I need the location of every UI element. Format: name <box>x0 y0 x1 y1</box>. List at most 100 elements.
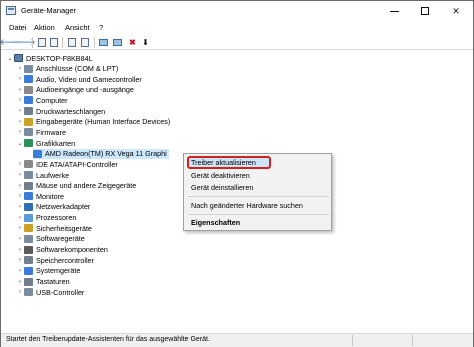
chevron-right-icon[interactable]: › <box>16 236 24 242</box>
ctx-separator <box>188 214 329 215</box>
chevron-right-icon[interactable]: › <box>16 204 24 210</box>
chevron-right-icon[interactable]: › <box>16 268 24 274</box>
maximize-button[interactable] <box>410 1 440 21</box>
category-item[interactable]: › Softwaregeräte <box>16 234 85 244</box>
help-button[interactable] <box>66 37 77 48</box>
chevron-right-icon[interactable]: › <box>16 108 24 114</box>
category-item[interactable]: › Laufwerke <box>16 170 69 180</box>
chevron-right-icon[interactable]: › <box>16 215 24 221</box>
category-item[interactable]: › Sicherheitsgeräte <box>16 223 92 233</box>
ctx-disable-device[interactable]: Gerät deaktivieren <box>191 171 250 180</box>
category-item[interactable]: › Monitore <box>16 191 64 201</box>
category-item[interactable]: › Anschlüsse (COM & LPT) <box>16 64 118 74</box>
ctx-update-driver[interactable]: Treiber aktualisieren <box>191 158 256 167</box>
update-driver-button[interactable] <box>112 37 123 48</box>
chevron-down-icon[interactable]: ⌄ <box>16 140 24 147</box>
device-category-icon <box>24 117 33 126</box>
toolbar-separator <box>32 37 33 48</box>
category-item[interactable]: › Eingabegeräte (Human Interface Devices) <box>16 117 170 127</box>
monitor-icon <box>99 39 108 46</box>
category-item[interactable]: › USB-Controller <box>16 287 84 297</box>
category-item[interactable]: › Netzwerkadapter <box>16 202 90 212</box>
properties-view-button[interactable] <box>36 37 47 48</box>
menu-datei[interactable]: Datei <box>9 23 27 32</box>
category-item[interactable]: › Computer <box>16 95 68 105</box>
category-item[interactable]: › Softwarekomponenten <box>16 245 108 255</box>
chevron-right-icon[interactable]: › <box>16 161 24 167</box>
category-item[interactable]: › Speichercontroller <box>16 255 94 265</box>
device-category-icon <box>24 256 33 265</box>
device-category-icon <box>24 213 33 222</box>
chevron-right-icon[interactable]: › <box>16 247 24 253</box>
list-icon <box>49 38 58 47</box>
chevron-right-icon[interactable]: › <box>16 66 24 72</box>
category-item[interactable]: › Systemgeräte <box>16 266 80 276</box>
ctx-properties[interactable]: Eigenschaften <box>191 218 240 227</box>
tree-item-label: Netzwerkadapter <box>36 202 91 212</box>
toolbar-separator <box>62 37 63 48</box>
status-divider <box>412 335 413 346</box>
chevron-right-icon[interactable]: › <box>16 129 24 135</box>
chevron-right-icon[interactable]: › <box>16 279 24 285</box>
tree-root-label: DESKTOP-F8KB84L <box>26 53 93 63</box>
ctx-uninstall-device[interactable]: Gerät deinstallieren <box>191 183 253 192</box>
close-icon: ✕ <box>452 5 460 16</box>
status-divider <box>352 335 353 346</box>
close-button[interactable]: ✕ <box>441 1 471 21</box>
category-item[interactable]: › Prozessoren <box>16 213 76 223</box>
document-icon <box>37 38 46 47</box>
category-item[interactable]: › IDE ATA/ATAPI-Controller <box>16 159 118 169</box>
device-item[interactable]: AMD Radeon(TM) RX Vega 11 Graphi <box>33 148 169 159</box>
device-category-icon <box>24 75 33 84</box>
tree-root[interactable]: ⌄ DESKTOP-F8KB84L <box>6 53 93 63</box>
chevron-right-icon[interactable]: › <box>16 257 24 263</box>
device-category-icon <box>24 85 33 94</box>
chevron-right-icon[interactable]: › <box>16 172 24 178</box>
category-item[interactable]: › Tastaturen <box>16 277 70 287</box>
maximize-icon <box>421 7 429 15</box>
chevron-right-icon[interactable]: › <box>16 193 24 199</box>
category-item[interactable]: ⌄ Grafikkarten <box>16 138 75 148</box>
tree-item-label: AMD Radeon(TM) RX Vega 11 Graphi <box>45 149 167 159</box>
chevron-right-icon[interactable]: › <box>16 225 24 231</box>
menu-ansicht[interactable]: Ansicht <box>65 23 90 32</box>
scan-hardware-button[interactable] <box>98 37 109 48</box>
uninstall-icon[interactable]: ✖ <box>127 37 138 48</box>
title-bar[interactable]: Geräte-Manager ✕ <box>1 1 473 21</box>
chevron-right-icon[interactable]: › <box>16 289 24 295</box>
tree-item-label: IDE ATA/ATAPI-Controller <box>36 159 118 169</box>
resources-button[interactable] <box>79 37 90 48</box>
device-category-icon <box>24 245 33 254</box>
help-icon <box>67 38 76 47</box>
ctx-scan-hardware[interactable]: Nach geänderter Hardware suchen <box>191 201 303 210</box>
list-view-button[interactable] <box>48 37 59 48</box>
chevron-right-icon[interactable]: › <box>16 183 24 189</box>
chevron-right-icon[interactable]: › <box>16 87 24 93</box>
tree-item-label: Monitore <box>36 191 64 201</box>
chevron-down-icon[interactable]: ⌄ <box>6 55 14 62</box>
tree-item-label: Mäuse und andere Zeigegeräte <box>36 181 137 191</box>
tree-item-label: Computer <box>36 95 68 105</box>
minimize-icon <box>389 10 399 12</box>
forward-arrow-icon[interactable]: 🡒 <box>11 37 35 48</box>
chevron-right-icon[interactable]: › <box>16 119 24 125</box>
category-item[interactable]: › Firmware <box>16 127 66 137</box>
tree-item-label: Tastaturen <box>36 277 70 286</box>
tree-item-label: Softwaregeräte <box>36 234 85 244</box>
minimize-button[interactable] <box>379 1 409 21</box>
menu-help[interactable]: ? <box>99 23 103 32</box>
status-text: Startet den Treiberupdate-Assistenten fü… <box>6 336 210 343</box>
device-category-icon <box>24 202 33 211</box>
category-item[interactable]: › Audio, Video und Gamecontroller <box>16 74 142 84</box>
tree-item-label: Softwarekomponenten <box>36 245 108 255</box>
download-icon[interactable]: ⬇ <box>140 37 151 48</box>
chevron-right-icon[interactable]: › <box>16 97 24 103</box>
device-category-icon <box>24 171 33 179</box>
device-category-icon <box>24 160 33 169</box>
menu-aktion[interactable]: Aktion <box>34 23 55 32</box>
category-item[interactable]: › Mäuse und andere Zeigegeräte <box>16 181 136 191</box>
device-manager-window: Geräte-Manager ✕ Datei Aktion Ansicht ? … <box>0 0 474 347</box>
category-item[interactable]: › Audioeingänge und -ausgänge <box>16 85 134 95</box>
category-item[interactable]: › Druckwarteschlangen <box>16 106 105 116</box>
chevron-right-icon[interactable]: › <box>16 76 24 82</box>
